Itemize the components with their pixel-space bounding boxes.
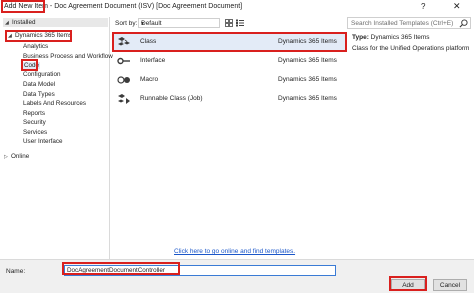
template-tree: ◢ Installed ◢ Dynamics 365 Items Analytics… [2,17,113,259]
sort-label: Sort by: [115,20,138,27]
collapse-caret-icon[interactable]: ◢ [5,20,12,26]
tree-item-user-interface[interactable]: User Interface [23,138,63,145]
cancel-button[interactable]: Cancel [433,279,467,291]
tree-item-configuration[interactable]: Configuration [23,71,60,78]
detail-description: Class for the Unified Operations platfor… [352,45,470,52]
template-category: Dynamics 365 Items [278,76,337,83]
name-label: Name: [6,268,26,275]
help-button[interactable]: ? [421,2,425,11]
template-category: Dynamics 365 Items [278,95,337,102]
template-category: Dynamics 365 Items [278,57,337,64]
template-row-interface[interactable]: Interface Dynamics 365 Items [113,52,346,70]
find-templates-online-link[interactable]: Click here to go online and find templat… [174,248,295,255]
search-placeholder: Search Installed Templates (Ctrl+E) [351,20,454,27]
template-name: Macro [140,76,159,83]
medium-icons-view-icon[interactable] [225,19,233,27]
highlight-add-button [389,276,427,291]
highlight-title [1,0,45,13]
search-icon[interactable] [459,19,468,28]
interface-icon [117,57,130,65]
runnable-class-icon [118,94,130,104]
close-button[interactable]: ✕ [453,1,461,12]
detail-type: Type: Dynamics 365 Items [352,34,430,41]
tree-installed-header[interactable]: ◢ Installed [3,18,108,27]
template-list: Class Dynamics 365 Items Interface Dynam… [113,30,346,259]
highlight-code [21,59,38,71]
small-icons-view-icon[interactable] [236,19,244,27]
tree-item-security[interactable]: Security [23,119,46,126]
expand-caret-icon[interactable]: ▷ [4,154,11,160]
chevron-down-icon: ▾ [141,21,145,27]
tree-item-labels-and-resources[interactable]: Labels And Resources [23,100,86,107]
sort-bar: Sort by: Default ▾ [113,17,346,30]
tree-item-data-model[interactable]: Data Model [23,81,55,88]
highlight-class-template [112,32,347,52]
tree-item-services[interactable]: Services [23,129,47,136]
sort-dropdown[interactable]: Default ▾ [138,18,220,28]
template-row-runnable-class[interactable]: Runnable Class (Job) Dynamics 365 Items [113,90,346,108]
macro-icon [117,76,130,84]
template-row-macro[interactable]: Macro Dynamics 365 Items [113,71,346,89]
tree-item-reports[interactable]: Reports [23,110,45,117]
tree-item-analytics[interactable]: Analytics [23,43,48,50]
tree-item-data-types[interactable]: Data Types [23,91,55,98]
tree-installed-label: Installed [12,19,36,26]
template-name: Interface [140,57,166,64]
highlight-name-field [62,262,180,275]
search-installed-templates[interactable]: Search Installed Templates (Ctrl+E) [347,17,471,29]
tree-item-online[interactable]: ▷ Online [4,153,29,160]
details-pane: Type: Dynamics 365 Items Class for the U… [352,34,472,52]
title-bar: Add New Item - Doc Agreement Document (I… [0,0,474,14]
highlight-dynamics-365-items [5,30,72,42]
template-name: Runnable Class (Job) [140,95,203,102]
